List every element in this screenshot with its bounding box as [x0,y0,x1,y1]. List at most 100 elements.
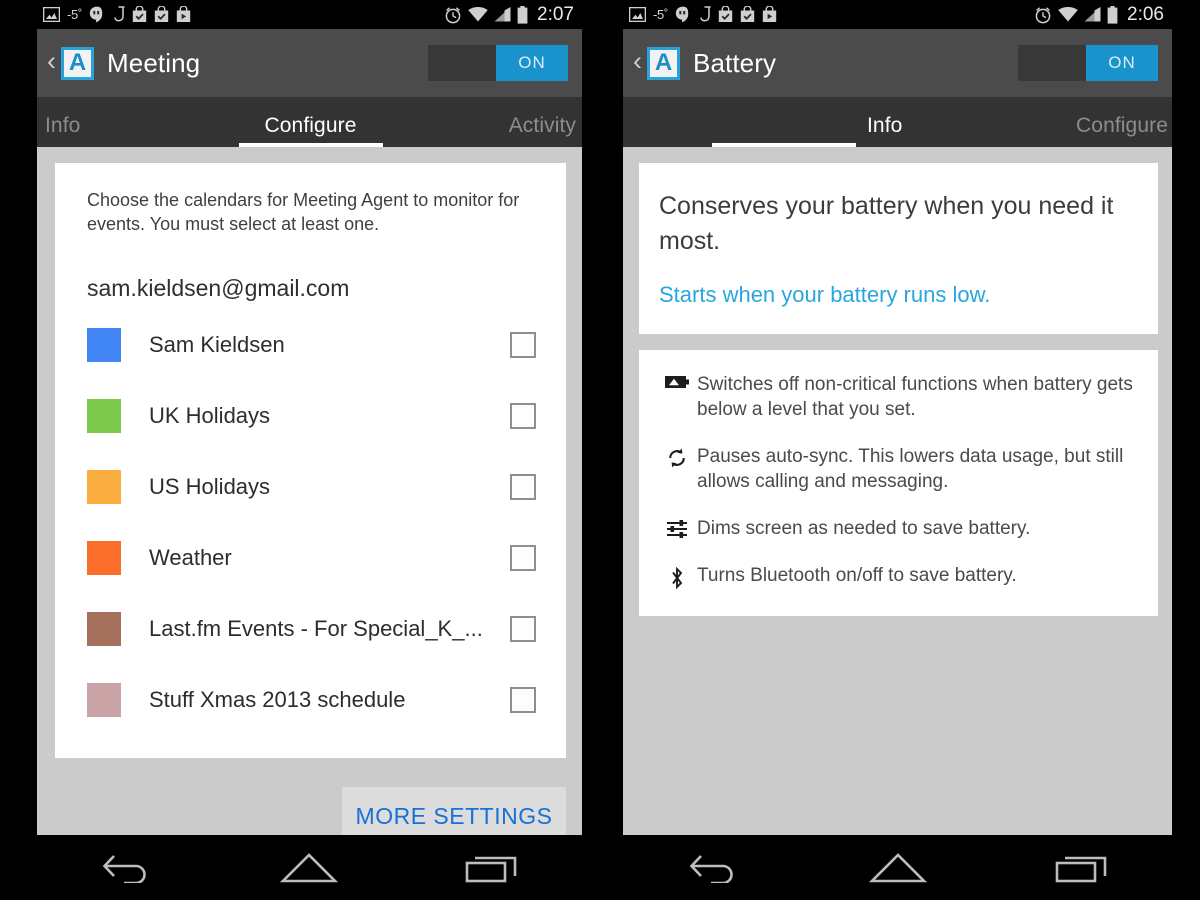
list-item[interactable]: Sam Kieldsen [87,310,536,381]
calendar-color-swatch [87,683,121,718]
battery-icon [517,5,528,24]
wifi-icon [468,7,488,22]
app-icon: A [647,46,680,80]
hangouts-icon [89,6,103,23]
calendar-checkbox[interactable] [510,332,536,359]
feature-text: Switches off non-critical functions when… [697,374,1133,421]
temperature-label: -5˚ [67,7,82,22]
screen-body-right: Conserves your battery when you need it … [623,147,1172,835]
calendar-color-swatch [87,399,121,434]
alarm-clock-icon [445,6,461,23]
battery-summary-card: Conserves your battery when you need it … [639,163,1158,334]
screenshot-stage: -5˚ 2:07 ‹ A Meeting ON Info Configure A… [0,0,1200,900]
temperature-label: -5˚ [653,7,668,22]
home-icon[interactable] [264,840,354,896]
list-item: Dims screen as needed to save battery. [657,516,1136,541]
list-item[interactable]: Weather [87,523,536,594]
image-icon [629,7,646,22]
music-note-icon [700,5,711,22]
toggle-on-label: ON [1086,45,1158,81]
page-title: Meeting [107,47,201,78]
page-title: Battery [693,47,777,78]
feature-text: Pauses auto-sync. This lowers data usage… [697,446,1124,493]
image-icon [43,7,60,22]
more-settings-label: MORE SETTINGS [355,802,553,829]
back-chevron-icon[interactable]: ‹ [47,48,56,75]
calendar-name: Weather [149,545,232,571]
action-bar-left: ‹ A Meeting ON [37,29,582,97]
list-item: Pauses auto-sync. This lowers data usage… [657,444,1136,494]
calendar-checkbox[interactable] [510,474,536,501]
status-bar-right-icons: 2:07 [444,4,574,26]
phone-screen-right: -5˚ 2:06 ‹ A Battery ON Info Configure C… [623,0,1172,835]
agent-enable-toggle[interactable]: ON [1018,45,1158,81]
calendar-color-swatch [87,541,121,576]
list-item: Turns Bluetooth on/off to save battery. [657,563,1136,590]
tab-bar-left: Info Configure Activity [37,97,582,147]
alarm-clock-icon [1035,6,1051,23]
tab-configure[interactable]: Configure [222,114,399,147]
calendar-selection-card: Choose the calendars for Meeting Agent t… [55,163,566,758]
recents-icon[interactable] [446,840,536,896]
status-bar-left-icons: -5˚ [629,5,777,24]
calendar-checkbox[interactable] [510,616,536,643]
battery-icon [657,372,697,389]
tab-info[interactable]: Info [623,114,944,147]
battery-trigger-link[interactable]: Starts when your battery runs low. [659,282,1134,308]
play-bag-icon [176,6,191,22]
list-item[interactable]: Stuff Xmas 2013 schedule [87,665,536,736]
tab-activity[interactable]: Activity [399,114,582,147]
status-bar-right: -5˚ 2:06 [623,0,1172,29]
calendar-name: UK Holidays [149,403,271,429]
play-bag-icon [762,6,777,22]
checkbox-bag-icon [718,6,733,22]
account-email: sam.kieldsen@gmail.com [87,274,350,301]
recents-icon[interactable] [1036,840,1126,896]
calendar-color-swatch [87,470,121,505]
calendar-name: Stuff Xmas 2013 schedule [149,687,406,713]
sliders-icon [657,516,697,539]
calendar-checkbox[interactable] [510,545,536,572]
status-bar-left: -5˚ 2:07 [37,0,582,29]
calendar-name: US Holidays [149,474,271,500]
sync-icon [657,444,697,469]
feature-text: Turns Bluetooth on/off to save battery. [697,565,1017,587]
intro-text: Choose the calendars for Meeting Agent t… [87,190,520,234]
feature-text: Dims screen as needed to save battery. [697,518,1031,540]
music-note-icon [114,5,125,22]
bluetooth-icon [657,563,697,590]
status-bar-clock: 2:07 [537,3,574,25]
list-item[interactable]: UK Holidays [87,381,536,452]
back-icon[interactable] [83,840,173,896]
calendar-name: Last.fm Events - For Special_K_... [149,616,483,642]
battery-icon [1107,5,1118,24]
checkbox-bag-icon [740,6,755,22]
hero-text: Conserves your battery when you need it … [659,192,1114,255]
list-item[interactable]: US Holidays [87,452,536,523]
back-icon[interactable] [670,840,760,896]
toggle-on-label: ON [496,45,568,81]
agent-enable-toggle[interactable]: ON [428,45,568,81]
calendar-name: Sam Kieldsen [149,332,285,358]
app-icon: A [61,46,94,80]
tab-configure[interactable]: Configure [944,114,1172,147]
hangouts-icon [675,6,689,23]
android-navigation-bar [0,835,1200,900]
checkbox-bag-icon [132,6,147,22]
status-bar-right-icons: 2:06 [1034,4,1164,26]
back-chevron-icon[interactable]: ‹ [633,48,642,75]
checkbox-bag-icon [154,6,169,22]
tab-info[interactable]: Info [37,114,222,147]
screen-body-left: Choose the calendars for Meeting Agent t… [37,147,582,835]
status-bar-left-icons: -5˚ [43,5,191,24]
calendar-checkbox[interactable] [510,687,536,714]
home-icon[interactable] [853,840,943,896]
calendar-color-swatch [87,328,121,363]
wifi-icon [1058,7,1078,22]
list-item: Switches off non-critical functions when… [657,372,1136,422]
list-item[interactable]: Last.fm Events - For Special_K_... [87,594,536,665]
calendar-checkbox[interactable] [510,403,536,430]
phone-screen-left: -5˚ 2:07 ‹ A Meeting ON Info Configure A… [37,0,582,835]
more-settings-button[interactable]: MORE SETTINGS [342,787,566,835]
signal-icon [1084,7,1101,22]
